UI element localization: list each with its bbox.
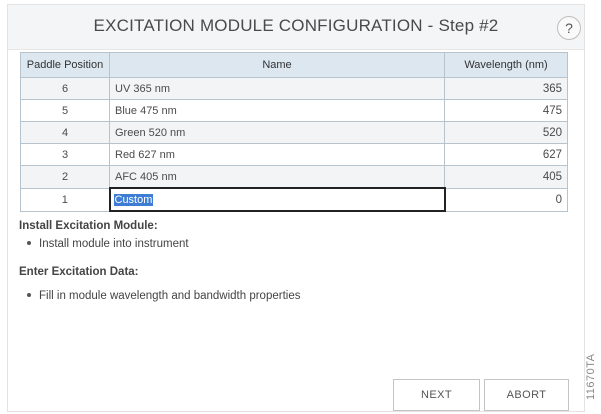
bullet-icon (27, 292, 31, 297)
paddle-position-cell: 4 (20, 121, 110, 144)
title-bar: EXCITATION MODULE CONFIGURATION - Step #… (8, 5, 584, 50)
table-header-row: Paddle Position Name Wavelength (nm) (20, 52, 568, 78)
paddle-position-cell: 6 (20, 77, 110, 100)
paddle-position-cell: 1 (20, 187, 110, 212)
table-row-editing[interactable]: 1 Custom 0 (20, 187, 568, 212)
enter-data-section-title: Enter Excitation Data: (19, 266, 139, 278)
excitation-module-table: Paddle Position Name Wavelength (nm) 6 U… (20, 52, 568, 212)
module-name-cell[interactable]: UV 365 nm (109, 77, 445, 100)
column-header-paddle-position[interactable]: Paddle Position (20, 52, 110, 78)
column-header-wavelength[interactable]: Wavelength (nm) (444, 52, 568, 78)
install-bullet-item: Install module into instrument (27, 238, 189, 250)
next-button[interactable]: NEXT (393, 379, 480, 411)
table-row[interactable]: 4 Green 520 nm 520 (20, 121, 568, 144)
selected-text[interactable]: Custom (113, 193, 154, 206)
module-name-cell[interactable]: Green 520 nm (109, 121, 445, 144)
enter-data-bullet-item: Fill in module wavelength and bandwidth … (27, 290, 300, 302)
help-button[interactable]: ? (557, 16, 581, 40)
paddle-position-cell: 3 (20, 143, 110, 166)
wavelength-cell[interactable]: 520 (444, 121, 568, 144)
install-section-title: Install Excitation Module: (19, 220, 158, 232)
wavelength-cell[interactable]: 405 (444, 165, 568, 189)
table-row[interactable]: 5 Blue 475 nm 475 (20, 99, 568, 122)
figure-id-label: 11670TA (585, 353, 597, 400)
table-row[interactable]: 2 AFC 405 nm 405 (20, 165, 568, 189)
wavelength-input[interactable]: 0 (444, 187, 568, 212)
dialog-title: EXCITATION MODULE CONFIGURATION - Step #… (93, 16, 499, 35)
table-row[interactable]: 6 UV 365 nm 365 (20, 77, 568, 100)
wavelength-cell[interactable]: 365 (444, 77, 568, 100)
wavelength-cell[interactable]: 627 (444, 143, 568, 166)
module-name-cell[interactable]: Red 627 nm (109, 143, 445, 166)
table-row[interactable]: 3 Red 627 nm 627 (20, 143, 568, 166)
module-name-input[interactable]: Custom (108, 187, 446, 212)
module-name-cell[interactable]: Blue 475 nm (109, 99, 445, 122)
paddle-position-cell: 2 (20, 165, 110, 189)
abort-button[interactable]: ABORT (484, 379, 569, 411)
paddle-position-cell: 5 (20, 99, 110, 122)
enter-data-bullet-text: Fill in module wavelength and bandwidth … (39, 290, 301, 302)
module-name-cell[interactable]: AFC 405 nm (109, 165, 445, 189)
bullet-icon (27, 240, 31, 245)
install-bullet-text: Install module into instrument (39, 238, 189, 250)
column-header-name[interactable]: Name (109, 52, 445, 78)
wavelength-cell[interactable]: 475 (444, 99, 568, 122)
